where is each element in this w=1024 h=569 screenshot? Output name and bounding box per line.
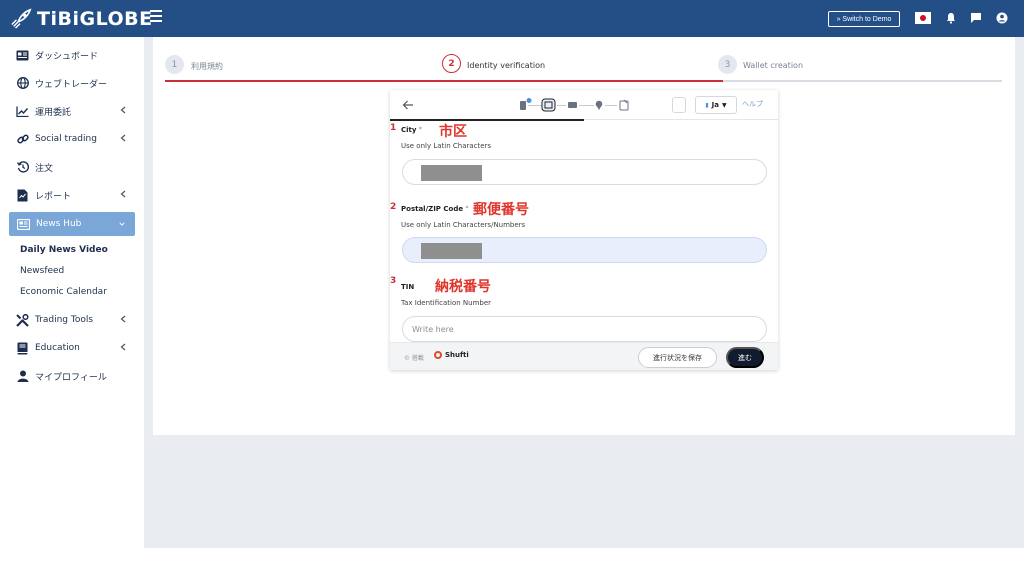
sidebar-item-dashboard[interactable]: ダッシュボード (0, 41, 144, 69)
tin-placeholder: Write here (412, 324, 454, 334)
sidebar-item-label: レポート (35, 191, 72, 202)
identity-verification-widget: ▮ Ja ▼ ヘルプ 1 City * 市区 Use only Latin Ch… (390, 90, 778, 370)
step-3-circle[interactable]: 3 (718, 55, 737, 74)
report-icon (16, 189, 29, 202)
shufti-brand: Shufti (445, 351, 469, 359)
tin-label: TIN (401, 283, 415, 291)
sidebar-item-label: Social trading (35, 134, 97, 144)
city-label-text: City (401, 126, 417, 134)
shufti-logo: Shufti (434, 351, 469, 359)
powered-by-text: © 搭載 (404, 355, 424, 362)
sidebar-item-my-profile[interactable]: マイプロフィール (0, 362, 144, 390)
redacted-value (421, 165, 482, 181)
step-1-label[interactable]: 利用規約 (191, 61, 223, 72)
field-number-1: 1 (390, 123, 397, 133)
city-annotation: 市区 (439, 124, 467, 140)
required-mark: * (465, 205, 469, 212)
postal-code-input[interactable] (402, 237, 767, 263)
city-hint: Use only Latin Characters (401, 142, 492, 150)
chevron-left-icon (120, 190, 126, 198)
chart-line-icon (16, 105, 29, 118)
chevron-left-icon (120, 106, 126, 114)
language-selector[interactable]: ▮ Ja ▼ (695, 96, 737, 114)
logo-text: TiBiGLOBE (37, 8, 153, 30)
user-circle-icon[interactable] (996, 12, 1008, 24)
postal-code-label: Postal/ZIP Code * (401, 205, 469, 213)
verification-steps-indicator (520, 98, 629, 112)
top-bar: TiBiGLOBE » Switch to Demo (0, 0, 1024, 37)
sidebar-subitem-economic-calendar[interactable]: Economic Calendar (20, 287, 107, 297)
stepper-progress (165, 80, 723, 82)
sidebar: ダッシュボード ウェブトレーダー 運用委託 Social trading 注文 … (0, 37, 144, 569)
sidebar-item-label: 運用委託 (35, 107, 72, 118)
book-icon (16, 342, 29, 355)
user-icon (16, 370, 29, 383)
tin-annotation: 納税番号 (435, 279, 491, 295)
step-1-circle[interactable]: 1 (165, 55, 184, 74)
field-number-2: 2 (390, 202, 397, 212)
language-value: Ja (711, 101, 719, 109)
sidebar-item-web-trader[interactable]: ウェブトレーダー (0, 69, 144, 97)
sidebar-item-social-trading[interactable]: Social trading (0, 125, 144, 153)
logo[interactable]: TiBiGLOBE (10, 7, 153, 31)
tin-input[interactable]: Write here (402, 316, 767, 342)
bell-icon[interactable] (945, 12, 957, 24)
rocket-icon (11, 8, 32, 29)
bottom-strip (144, 548, 1024, 569)
sidebar-item-managed-investment[interactable]: 運用委託 (0, 97, 144, 125)
city-label: City * (401, 126, 422, 134)
save-progress-button[interactable]: 進行状況を保存 (638, 347, 717, 368)
postal-code-annotation: 郵便番号 (473, 202, 529, 218)
sidebar-item-label: News Hub (36, 219, 82, 229)
chevron-down-icon (119, 222, 125, 226)
postal-code-hint: Use only Latin Characters/Numbers (401, 221, 526, 229)
switch-to-demo-button[interactable]: » Switch to Demo (828, 11, 900, 27)
tin-hint: Tax Identification Number (401, 299, 492, 307)
sidebar-item-label: 注文 (35, 163, 54, 174)
globe-icon (16, 77, 29, 90)
sidebar-item-orders[interactable]: 注文 (0, 153, 144, 181)
sidebar-item-news-hub[interactable]: News Hub (9, 212, 135, 236)
mobile-device-icon[interactable] (672, 97, 686, 113)
caret-down-icon: ▼ (722, 101, 727, 109)
history-icon (16, 161, 29, 174)
chevron-left-icon (120, 134, 126, 142)
newspaper-icon (17, 218, 30, 231)
sidebar-item-label: ダッシュボード (35, 51, 99, 62)
required-mark: * (418, 126, 422, 133)
city-input[interactable] (402, 159, 767, 185)
widget-header: ▮ Ja ▼ ヘルプ (390, 90, 778, 121)
redacted-value (421, 243, 482, 259)
sidebar-item-label: Education (35, 343, 80, 353)
shufti-logo-icon (434, 351, 442, 359)
sidebar-subitem-daily-news-video[interactable]: Daily News Video (20, 245, 108, 255)
field-number-3: 3 (390, 276, 397, 286)
sidebar-item-trading-tools[interactable]: Trading Tools (0, 306, 144, 334)
sidebar-subitem-newsfeed[interactable]: Newsfeed (20, 266, 64, 276)
japan-flag-icon[interactable] (915, 12, 931, 24)
sidebar-item-label: Trading Tools (35, 315, 94, 325)
dashboard-icon (16, 49, 29, 62)
chevron-left-icon (120, 315, 126, 323)
sidebar-item-label: ウェブトレーダー (35, 79, 108, 90)
postal-code-label-text: Postal/ZIP Code (401, 205, 464, 213)
link-icon (16, 133, 29, 146)
widget-header-progress (390, 119, 584, 121)
widget-footer: © 搭載 Shufti 進行状況を保存 進む (390, 342, 778, 370)
step-2-circle[interactable]: 2 (442, 54, 461, 73)
next-button[interactable]: 進む (726, 347, 764, 368)
language-flag-icon: ▮ (705, 101, 709, 109)
sidebar-item-reports[interactable]: レポート (0, 181, 144, 209)
help-link[interactable]: ヘルプ (742, 99, 763, 109)
sidebar-item-education[interactable]: Education (0, 334, 144, 362)
sidebar-item-label: マイプロフィール (35, 372, 107, 383)
step-3-label[interactable]: Wallet creation (743, 61, 803, 70)
tools-icon (16, 313, 29, 327)
hamburger-menu-icon[interactable] (150, 10, 162, 24)
back-arrow-icon[interactable] (402, 99, 414, 111)
chevron-left-icon (120, 343, 126, 351)
chat-icon[interactable] (970, 12, 982, 24)
step-2-label[interactable]: Identity verification (467, 61, 545, 70)
